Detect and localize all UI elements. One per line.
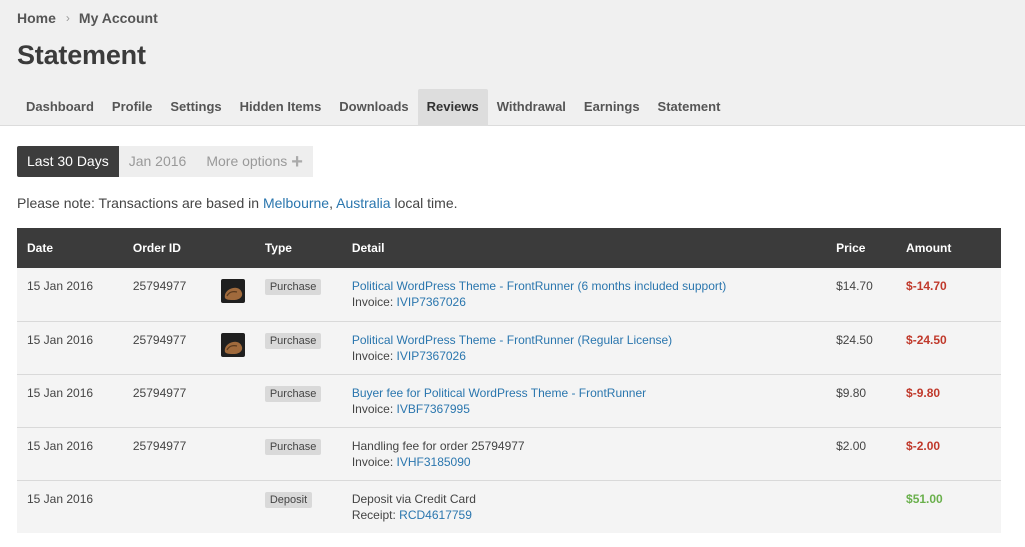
ref-label: Invoice: — [351, 295, 397, 309]
cell-type: Purchase — [255, 268, 342, 321]
cell-price: $9.80 — [836, 385, 867, 400]
tab-profile[interactable]: Profile — [103, 89, 161, 126]
type-badge: Purchase — [264, 332, 322, 349]
cell-order-id: 25794977 — [132, 279, 187, 293]
cell-price: $14.70 — [836, 279, 873, 293]
tab-statement[interactable]: Statement — [649, 89, 730, 126]
chevron-right-icon: › — [65, 11, 70, 25]
cell-price — [826, 480, 896, 533]
invoice-link[interactable]: IVBF7367995 — [397, 402, 470, 416]
item-link[interactable]: Political WordPress Theme - FrontRunner … — [352, 279, 726, 293]
statement-table-container: Date Order ID Type Detail Price Amount 1… — [17, 228, 1001, 533]
more-options-button[interactable]: More options + — [196, 146, 313, 177]
cell-order-id: 25794977 — [132, 332, 187, 347]
header-date: Date — [27, 241, 54, 255]
invoice-link[interactable]: IVIP7367026 — [397, 349, 466, 363]
ref-label: Invoice: — [351, 348, 397, 363]
cell-type: Deposit — [255, 480, 342, 533]
table-row: 15 Jan 2016 25794977 Purchase Handling f… — [17, 427, 1001, 480]
page-title: Statement — [17, 40, 146, 70]
table-header-row: Date Order ID Type Detail Price Amount — [17, 228, 1001, 268]
cell-date: 15 Jan 2016 — [27, 438, 94, 453]
breadcrumb-home-link[interactable]: Home — [17, 10, 56, 26]
table-row: 15 Jan 2016 25794977 Purchase Political … — [17, 268, 1001, 321]
cell-date: 15 Jan 2016 — [27, 279, 94, 293]
item-text: Deposit via Credit Card — [351, 491, 476, 506]
invoice-link[interactable]: IVHF3185090 — [397, 455, 471, 469]
plus-icon: + — [291, 151, 303, 173]
item-link[interactable]: Buyer fee for Political WordPress Theme … — [352, 386, 646, 400]
tab-settings[interactable]: Settings — [161, 89, 230, 126]
tab-earnings[interactable]: Earnings — [575, 89, 649, 126]
cell-detail: Buyer fee for Political WordPress Theme … — [342, 374, 826, 427]
cell-thumb — [211, 480, 255, 533]
ref-label: Invoice: — [351, 401, 397, 416]
jan-2016-button[interactable]: Jan 2016 — [118, 146, 197, 177]
cell-thumb — [211, 268, 255, 321]
header-detail: Detail — [351, 241, 385, 255]
cell-type: Purchase — [255, 321, 342, 374]
cell-detail: Political WordPress Theme - FrontRunner … — [342, 268, 826, 321]
country-link[interactable]: Australia — [336, 195, 390, 211]
cell-date: 15 Jan 2016 — [27, 385, 94, 400]
last-30-days-button[interactable]: Last 30 Days — [17, 146, 119, 177]
more-options-label: More options — [206, 153, 288, 169]
header-amount: Amount — [906, 241, 952, 255]
cell-thumb — [211, 374, 255, 427]
timezone-note: Please note: Transactions are based in M… — [17, 195, 458, 211]
cell-type: Purchase — [255, 374, 342, 427]
type-badge: Purchase — [264, 385, 322, 402]
ref-label: Invoice: — [351, 454, 397, 469]
type-badge: Deposit — [264, 491, 313, 508]
note-suffix: local time. — [390, 195, 458, 211]
date-filter-bar: Last 30 Days Jan 2016 More options + — [17, 146, 313, 177]
cell-detail: Handling fee for order 25794977 Invoice:… — [342, 427, 826, 480]
cell-order-id: 25794977 — [132, 385, 187, 400]
cell-date: 15 Jan 2016 — [27, 491, 94, 506]
breadcrumb: Home › My Account — [17, 10, 158, 26]
header-thumb — [211, 228, 255, 268]
cell-thumb — [211, 321, 255, 374]
header-price: Price — [836, 241, 866, 255]
city-link[interactable]: Melbourne — [263, 195, 329, 211]
tab-withdrawal[interactable]: Withdrawal — [488, 89, 575, 126]
table-row: 15 Jan 2016 25794977 Purchase Political … — [17, 321, 1001, 374]
table-row: 15 Jan 2016 Deposit Deposit via Credit C… — [17, 480, 1001, 533]
cell-amount: $-14.70 — [906, 279, 947, 293]
invoice-link[interactable]: IVIP7367026 — [397, 295, 466, 309]
cell-amount: $-24.50 — [906, 332, 947, 347]
header-order-id: Order ID — [132, 241, 181, 255]
cell-amount: $-9.80 — [906, 385, 941, 400]
header-type: Type — [264, 241, 292, 255]
cell-amount: $-2.00 — [906, 438, 941, 453]
cell-detail: Political WordPress Theme - FrontRunner … — [342, 321, 826, 374]
cell-type: Purchase — [255, 427, 342, 480]
cell-detail: Deposit via Credit Card Receipt: RCD4617… — [342, 480, 826, 533]
cell-price: $2.00 — [836, 438, 867, 453]
type-badge: Purchase — [264, 438, 322, 455]
type-badge: Purchase — [264, 279, 322, 295]
cell-thumb — [211, 427, 255, 480]
cell-date: 15 Jan 2016 — [27, 332, 94, 347]
item-text: Handling fee for order 25794977 — [351, 438, 525, 453]
tab-dashboard[interactable]: Dashboard — [17, 89, 103, 126]
tab-hidden-items[interactable]: Hidden Items — [231, 89, 331, 126]
item-link[interactable]: Political WordPress Theme - FrontRunner … — [352, 333, 672, 347]
cell-order-id: 25794977 — [132, 438, 187, 453]
tab-downloads[interactable]: Downloads — [330, 89, 417, 126]
cell-price: $24.50 — [836, 332, 873, 347]
theme-thumbnail-icon[interactable] — [220, 279, 245, 303]
ref-label: Receipt: — [351, 507, 400, 522]
page-header: Home › My Account Statement Dashboard Pr… — [0, 0, 1025, 126]
table-row: 15 Jan 2016 25794977 Purchase Buyer fee … — [17, 374, 1001, 427]
theme-thumbnail-icon[interactable] — [220, 332, 245, 357]
cell-amount: $51.00 — [906, 491, 943, 506]
statement-table: Date Order ID Type Detail Price Amount 1… — [17, 228, 1001, 533]
tab-reviews[interactable]: Reviews — [417, 89, 488, 126]
note-prefix: Please note: Transactions are based in — [17, 195, 263, 211]
account-tabs: Dashboard Profile Settings Hidden Items … — [17, 89, 729, 126]
receipt-link[interactable]: RCD4617759 — [399, 508, 472, 522]
cell-order-id — [123, 480, 211, 533]
breadcrumb-my-account-link[interactable]: My Account — [79, 10, 158, 26]
